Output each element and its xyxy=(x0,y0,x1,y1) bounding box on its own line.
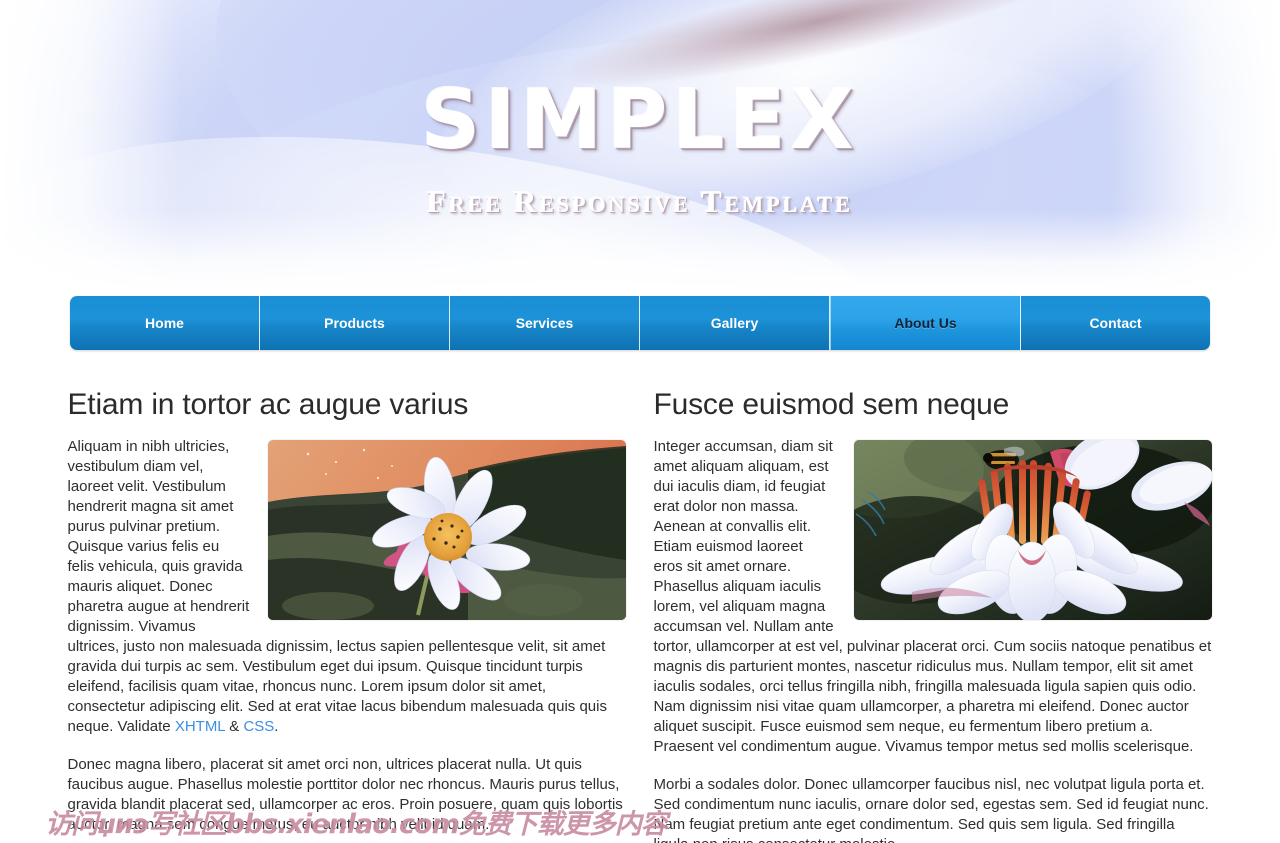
site-title: SIMPLEX xyxy=(421,73,859,168)
nav-item-gallery[interactable]: Gallery xyxy=(640,296,830,350)
site-tagline: Free Responsive Template xyxy=(426,184,854,219)
right-paragraph-2: Morbi a sodales dolor. Donec ullamcorper… xyxy=(653,776,1209,843)
nav-item-services[interactable]: Services xyxy=(450,296,640,350)
nav-item-products[interactable]: Products xyxy=(260,296,450,350)
left-column-heading: Etiam in tortor ac augue varius xyxy=(67,388,469,421)
main-navigation: Home Products Services Gallery About Us … xyxy=(70,296,1210,350)
banner-bottom-fade xyxy=(0,210,1280,290)
right-column: Fusce euismod sem neque Integer accumsan… xyxy=(654,388,1212,843)
left-paragraph-2: Donec magna libero, placerat sit amet or… xyxy=(67,756,623,833)
nav-item-home[interactable]: Home xyxy=(70,296,260,350)
paragraph-end-period: . xyxy=(274,718,279,735)
link-separator: & xyxy=(225,718,244,735)
nav-item-contact[interactable]: Contact xyxy=(1021,296,1210,350)
cosmos-flower-image xyxy=(267,440,626,620)
xhtml-validate-link[interactable]: XHTML xyxy=(175,718,225,735)
water-lily-image xyxy=(853,440,1212,620)
nav-item-about-us[interactable]: About Us xyxy=(830,296,1021,350)
left-column: Etiam in tortor ac augue varius Aliquam … xyxy=(68,388,626,843)
navigation-bar-container: Home Products Services Gallery About Us … xyxy=(0,290,1280,350)
css-validate-link[interactable]: CSS xyxy=(243,718,274,735)
site-banner: SIMPLEX Free Responsive Template xyxy=(0,0,1280,290)
right-column-heading: Fusce euismod sem neque xyxy=(653,388,1010,421)
site-logo-block: SIMPLEX Free Responsive Template xyxy=(0,80,1280,220)
main-content: Etiam in tortor ac augue varius Aliquam … xyxy=(68,350,1213,843)
